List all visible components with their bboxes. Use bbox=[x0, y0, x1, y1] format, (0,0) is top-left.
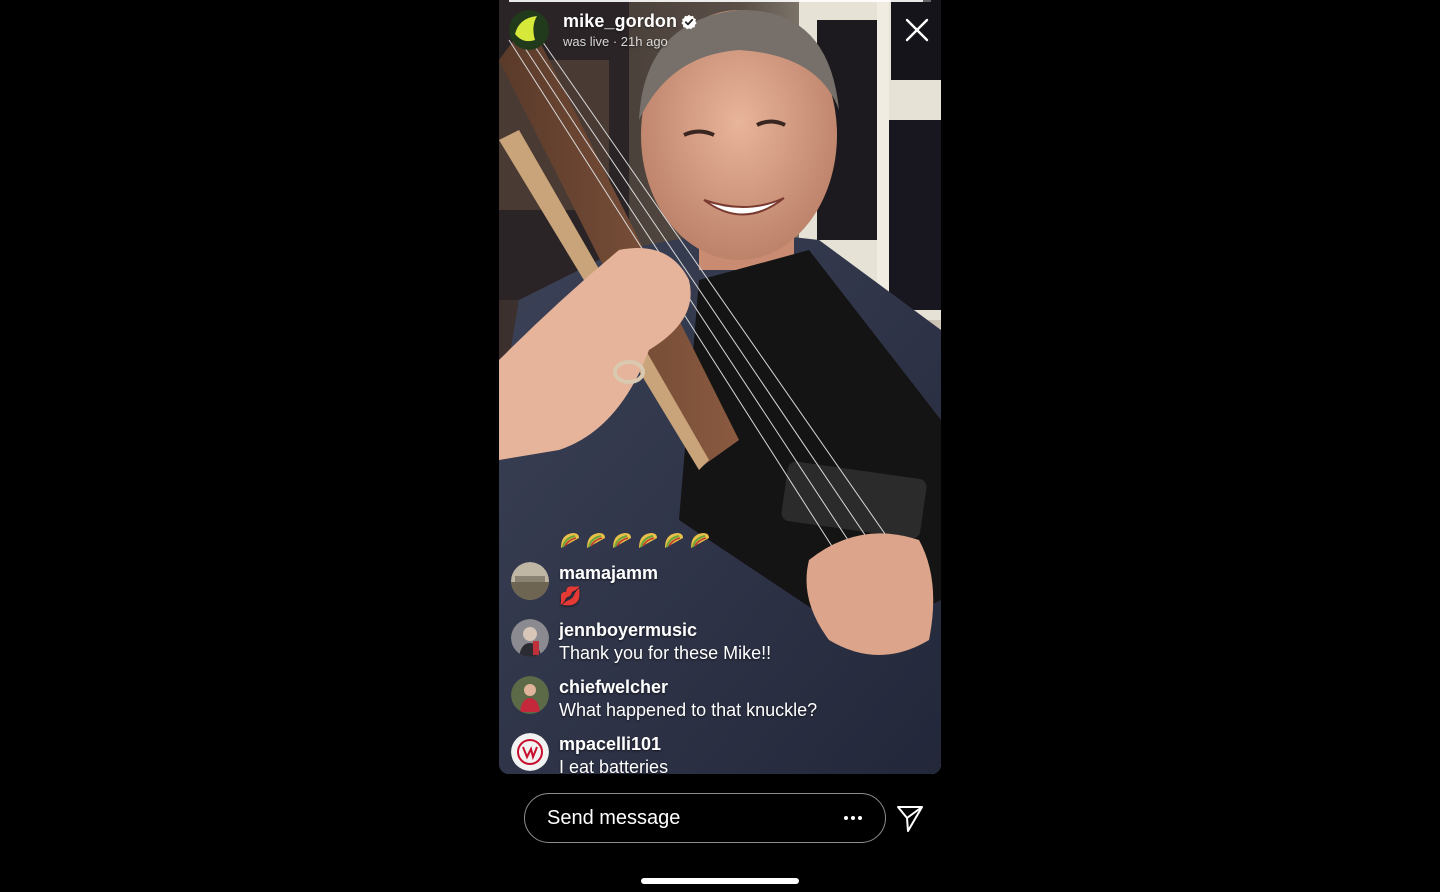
live-status-text: was live · 21h ago bbox=[563, 34, 668, 49]
reaction-emoji-row bbox=[559, 530, 711, 552]
live-video[interactable]: mike_gordon was live · 21h ago mamajamm … bbox=[499, 0, 941, 774]
taco-icon bbox=[639, 533, 657, 548]
verified-badge-icon bbox=[681, 14, 697, 29]
commenter-avatar[interactable] bbox=[511, 676, 549, 714]
broadcaster-username[interactable]: mike_gordon bbox=[563, 11, 677, 32]
comment-text: What happened to that knuckle? bbox=[559, 700, 818, 720]
comment-item: mamajamm 💋 bbox=[511, 562, 931, 619]
paper-plane-icon[interactable] bbox=[895, 803, 925, 833]
broadcaster-avatar[interactable] bbox=[509, 10, 549, 50]
comment-list: mamajamm 💋 jennboyermusic Thank you for … bbox=[511, 562, 931, 774]
commenter-avatar[interactable] bbox=[511, 733, 549, 771]
home-indicator[interactable] bbox=[641, 878, 799, 884]
comment-username[interactable]: mamajamm bbox=[559, 562, 658, 584]
taco-icon bbox=[613, 533, 631, 548]
live-replay-viewer: mike_gordon was live · 21h ago mamajamm … bbox=[499, 0, 941, 892]
replay-progress-bar[interactable] bbox=[509, 0, 931, 2]
ellipsis-icon[interactable] bbox=[841, 806, 865, 830]
comment-item: chiefwelcher What happened to that knuck… bbox=[511, 676, 931, 733]
commenter-avatar[interactable] bbox=[511, 562, 549, 600]
taco-icon bbox=[665, 533, 683, 548]
broadcaster-header[interactable]: mike_gordon was live · 21h ago bbox=[509, 10, 697, 50]
taco-icon bbox=[587, 533, 605, 548]
comment-item: jennboyermusic Thank you for these Mike!… bbox=[511, 619, 931, 676]
comment-username[interactable]: mpacelli101 bbox=[559, 733, 668, 755]
comment-username[interactable]: chiefwelcher bbox=[559, 676, 817, 698]
comment-text: I eat batteries bbox=[559, 757, 669, 774]
send-message-input[interactable] bbox=[545, 805, 841, 831]
close-icon[interactable] bbox=[901, 14, 933, 46]
comment-username[interactable]: jennboyermusic bbox=[559, 619, 771, 641]
taco-icon bbox=[691, 533, 709, 548]
composer-bar bbox=[499, 774, 941, 892]
taco-icon bbox=[561, 533, 579, 548]
comment-text: 💋 bbox=[559, 586, 582, 606]
message-composer[interactable] bbox=[524, 793, 886, 843]
screen: mike_gordon was live · 21h ago mamajamm … bbox=[0, 0, 1440, 892]
comment-item: mpacelli101 I eat batteries bbox=[511, 733, 931, 774]
replay-progress-fill bbox=[509, 0, 923, 2]
comment-text: Thank you for these Mike!! bbox=[559, 643, 772, 663]
commenter-avatar[interactable] bbox=[511, 619, 549, 657]
